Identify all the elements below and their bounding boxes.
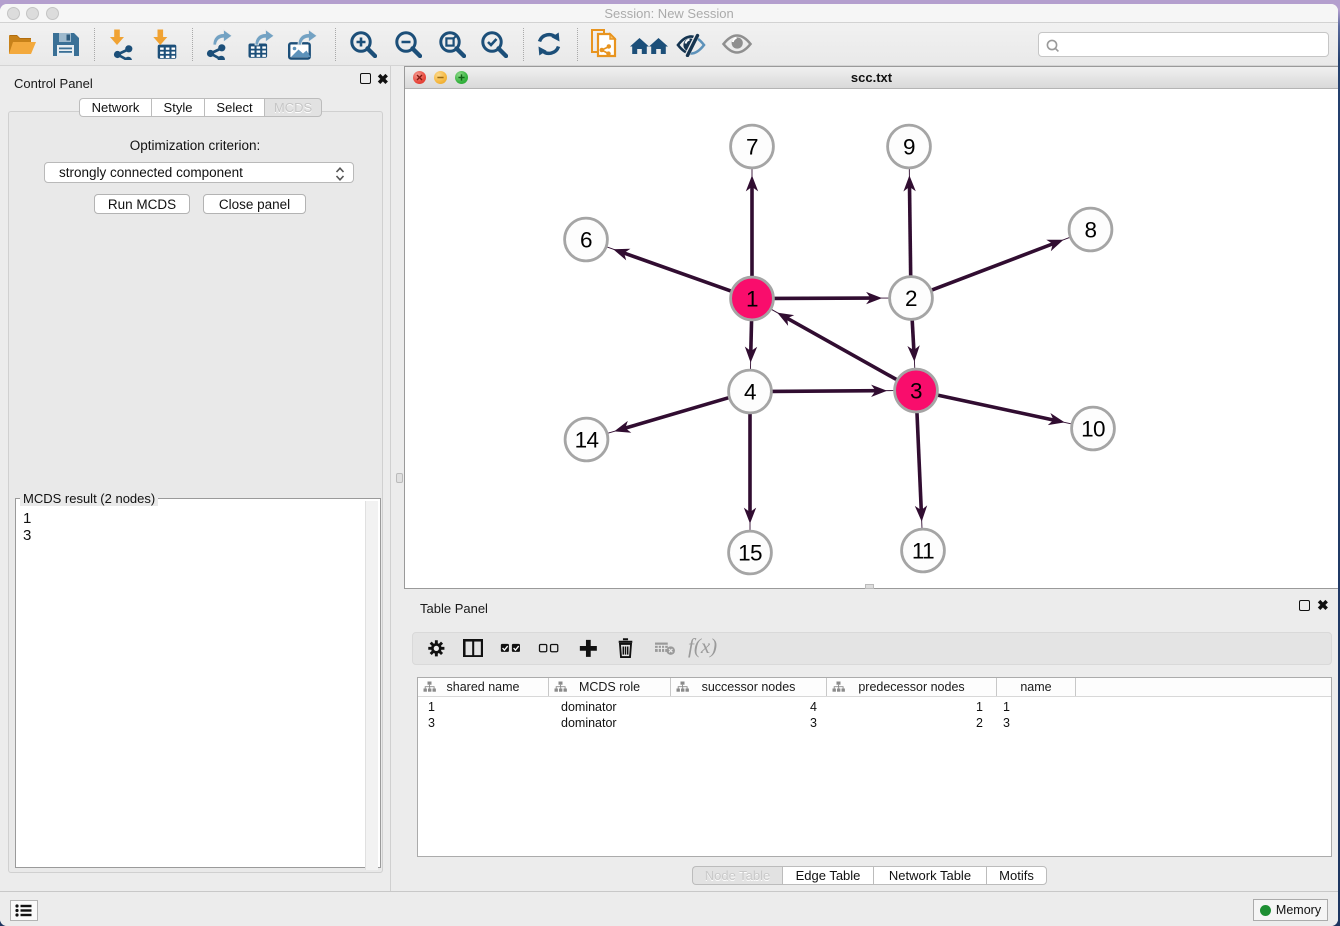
svg-text:10: 10: [1081, 417, 1105, 442]
svg-text:2: 2: [905, 286, 917, 311]
svg-text:11: 11: [912, 539, 934, 564]
svg-text:6: 6: [580, 228, 592, 253]
svg-text:3: 3: [910, 379, 922, 404]
svg-text:15: 15: [738, 541, 762, 566]
svg-text:4: 4: [744, 380, 756, 405]
svg-text:1: 1: [746, 287, 758, 312]
svg-text:8: 8: [1085, 218, 1097, 243]
svg-text:9: 9: [903, 135, 915, 160]
svg-text:14: 14: [575, 428, 599, 453]
svg-text:7: 7: [746, 135, 758, 160]
